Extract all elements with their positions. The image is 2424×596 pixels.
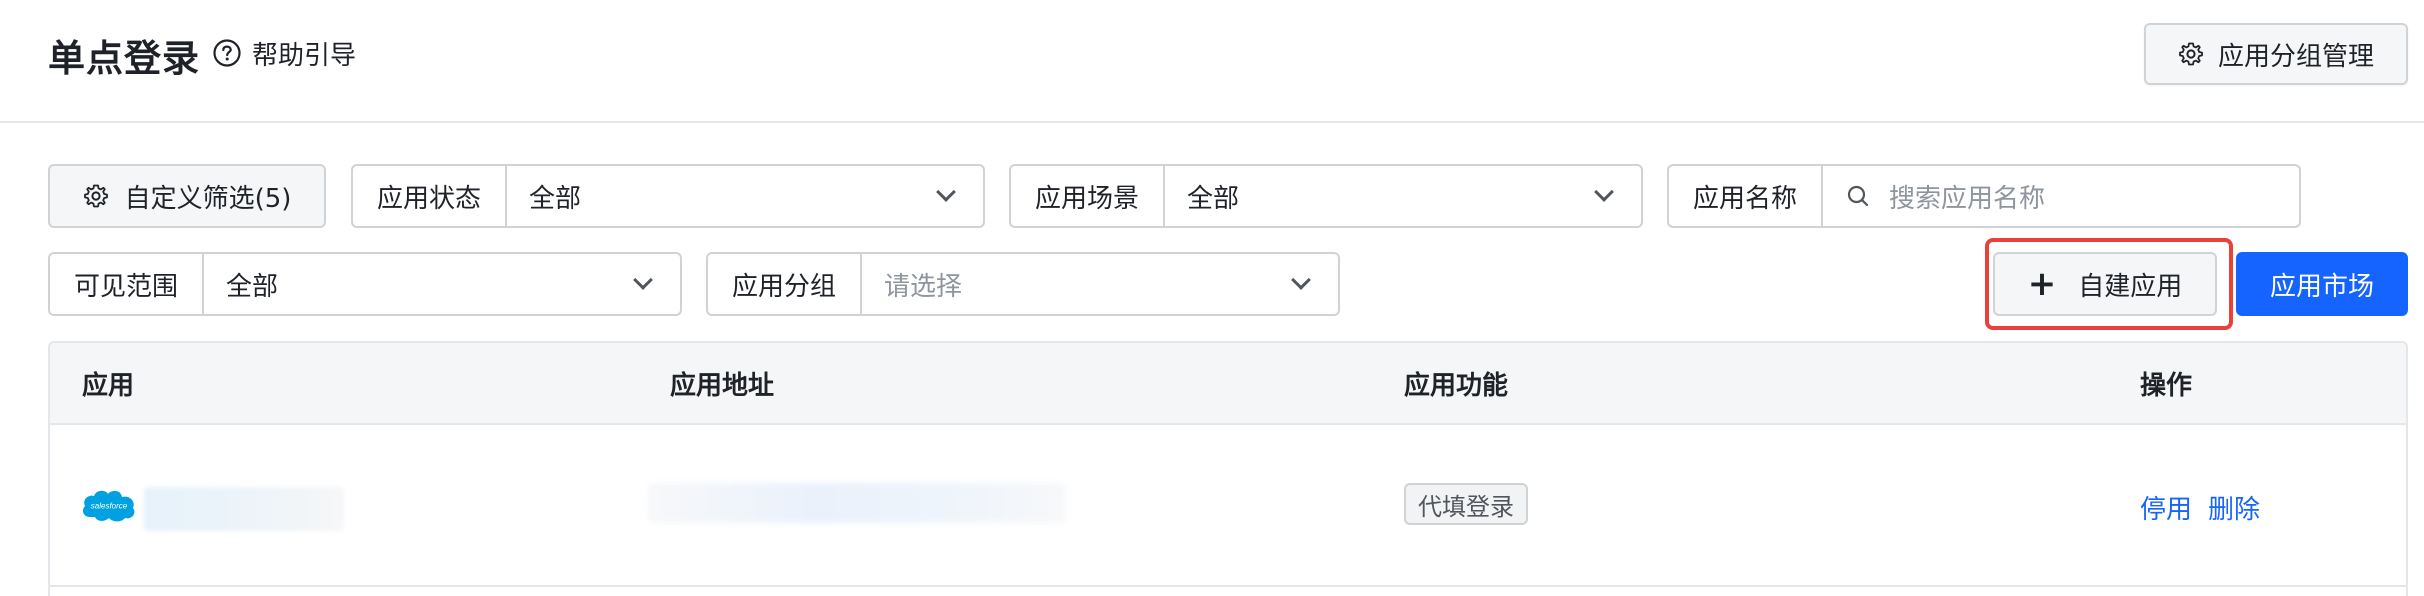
app-name-search-input[interactable]: 搜索应用名称: [1823, 166, 2299, 226]
app-group-manage-label: 应用分组管理: [2217, 41, 2374, 72]
app-scene-value: 全部: [1187, 183, 1240, 214]
app-status-value: 全部: [529, 183, 582, 214]
app-group-manage-button[interactable]: 应用分组管理: [2144, 23, 2408, 85]
chevron-down-icon: [1594, 182, 1614, 202]
create-app-button[interactable]: + 自建应用: [1993, 252, 2217, 316]
help-guide-link[interactable]: 帮助引导: [212, 34, 356, 72]
disable-link[interactable]: 停用: [2140, 489, 2192, 526]
table-row[interactable]: salesforce 代填登录 停用 删除: [50, 427, 2406, 587]
app-status-filter: 应用状态 全部: [351, 164, 985, 228]
visible-scope-value: 全部: [226, 271, 279, 302]
app-table: 应用 应用地址 应用功能 操作 salesforce 代填登录 停用 删除: [48, 341, 2408, 596]
salesforce-logo: salesforce: [82, 490, 135, 522]
gear-icon: [2179, 42, 2203, 66]
app-scene-filter: 应用场景 全部: [1009, 164, 1643, 228]
svg-text:salesforce: salesforce: [91, 502, 128, 511]
app-status-select[interactable]: 全部: [507, 166, 983, 226]
app-group-select[interactable]: 请选择: [862, 254, 1338, 314]
app-scene-label: 应用场景: [1011, 166, 1165, 226]
app-name-label: 应用名称: [1669, 166, 1823, 226]
help-guide-label: 帮助引导: [252, 40, 357, 71]
app-name-redacted: [144, 487, 344, 531]
table-header: 应用 应用地址 应用功能 操作: [50, 343, 2406, 425]
search-icon: [1847, 185, 1869, 207]
visible-scope-filter: 可见范围 全部: [48, 252, 682, 316]
visible-scope-label: 可见范围: [50, 254, 204, 314]
app-group-label: 应用分组: [708, 254, 862, 314]
app-group-filter: 应用分组 请选择: [706, 252, 1340, 316]
custom-filter-label: 自定义筛选(5): [124, 183, 292, 214]
app-group-placeholder: 请选择: [884, 271, 963, 302]
column-header-actions: 操作: [2140, 371, 2193, 401]
delete-link[interactable]: 删除: [2208, 489, 2260, 526]
feature-tag: 代填登录: [1404, 483, 1528, 525]
gear-icon: [83, 184, 108, 208]
chevron-down-icon: [1291, 270, 1311, 290]
page-title: 单点登录: [48, 37, 200, 80]
column-header-app-feature: 应用功能: [1404, 371, 1509, 401]
plus-icon: +: [2027, 264, 2057, 304]
page-header: 单点登录 帮助引导 应用分组管理: [0, 0, 2424, 123]
app-scene-select[interactable]: 全部: [1165, 166, 1641, 226]
app-name-placeholder: 搜索应用名称: [1889, 183, 2046, 214]
app-market-button[interactable]: 应用市场: [2236, 252, 2408, 316]
app-status-label: 应用状态: [353, 166, 507, 226]
app-url-redacted: [648, 483, 1066, 523]
chevron-down-icon: [633, 270, 653, 290]
help-circle-icon: [213, 39, 241, 67]
app-name-filter: 应用名称 搜索应用名称: [1667, 164, 2301, 228]
custom-filter-button[interactable]: 自定义筛选(5): [48, 164, 326, 228]
column-header-app-url: 应用地址: [670, 371, 775, 401]
column-header-app: 应用: [82, 371, 135, 401]
visible-scope-select[interactable]: 全部: [204, 254, 680, 314]
chevron-down-icon: [936, 182, 956, 202]
create-app-label: 自建应用: [2078, 271, 2183, 302]
